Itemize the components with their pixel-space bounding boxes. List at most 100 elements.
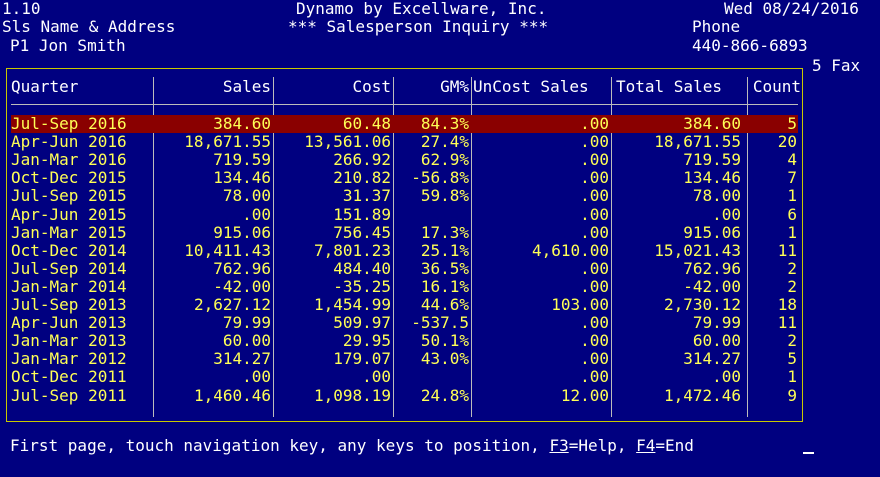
cell-uncost-sales: 12.00 xyxy=(560,385,609,405)
table-row[interactable]: Jan-Mar 2015 915.06 756.45 17.3% .00 915.06 1 xyxy=(11,222,798,242)
cell-quarter: Oct-Dec 2011 xyxy=(11,367,127,387)
text-cursor xyxy=(803,452,814,454)
cell-quarter: Jul-Sep 2015 xyxy=(11,186,127,206)
cell-count: 4 xyxy=(787,150,797,170)
cell-total-sales: 719.59 xyxy=(683,150,741,170)
cell-quarter: Jan-Mar 2012 xyxy=(11,349,127,369)
cell-uncost-sales: 4,610.00 xyxy=(531,240,609,260)
cell-sales: 134.46 xyxy=(213,168,271,188)
cell-sales: 18,671.55 xyxy=(184,132,271,152)
header-rule xyxy=(11,104,798,105)
cell-cost: 509.97 xyxy=(333,313,391,333)
cell-total-sales: 134.46 xyxy=(683,168,741,188)
cell-total-sales: .00 xyxy=(712,204,741,224)
cell-quarter: Apr-Jun 2016 xyxy=(11,132,127,152)
cell-count: 5 xyxy=(787,114,797,133)
cell-cost: 29.95 xyxy=(342,331,391,351)
cell-total-sales: 1,472.46 xyxy=(663,385,741,405)
cell-total-sales: 60.00 xyxy=(692,331,741,351)
fax-label: 5 Fax xyxy=(812,56,861,75)
table-row[interactable]: Oct-Dec 2015 134.46 210.82 -56.8% .00 134.46 7 xyxy=(11,169,798,187)
cell-count: 2 xyxy=(787,331,797,351)
cell-quarter: Apr-Jun 2013 xyxy=(11,313,127,333)
help-key[interactable]: F3 xyxy=(549,436,568,455)
cell-total-sales: 384.60 xyxy=(683,114,741,133)
cell-uncost-sales: .00 xyxy=(580,313,609,333)
table-row[interactable]: Jul-Sep 2015 78.00 31.37 59.8% .00 78.00 1 xyxy=(11,187,798,205)
column-header-uncost: UnCost Sales xyxy=(473,77,589,96)
table-row[interactable]: Jan-Mar 2016 719.59 266.92 62.9% .00 719.59 4 xyxy=(11,151,798,169)
cell-uncost-sales: .00 xyxy=(580,186,609,206)
table-row[interactable]: Jan-Mar 2013 60.00 29.95 50.1% .00 60.00 2 xyxy=(11,332,798,350)
cell-total-sales: 15,021.43 xyxy=(654,240,741,260)
column-header-cost: Cost xyxy=(352,77,391,96)
cell-sales: 915.06 xyxy=(213,222,271,242)
cell-gm-percent: 25.1% xyxy=(420,240,469,260)
screen-title: *** Salesperson Inquiry *** xyxy=(288,17,549,36)
cell-gm-percent: 84.3% xyxy=(420,114,469,133)
table-row[interactable]: Jul-Sep 2011 1,460.46 1,098.19 24.8% 12.00 1,… xyxy=(11,385,798,405)
status-prompt: First page, touch navigation key, any ke… xyxy=(10,437,694,455)
table-row[interactable]: Apr-Jun 2015 .00 151.89 .00 .00 6 xyxy=(11,204,798,224)
cell-total-sales: 78.00 xyxy=(692,186,741,206)
table-row[interactable]: Jan-Mar 2012 314.27 179.07 43.0% .00 314.27 5 xyxy=(11,350,798,368)
table-row[interactable]: Apr-Jun 2016 18,671.55 13,561.06 27.4% .00 18… xyxy=(11,133,798,151)
cell-quarter: Jul-Sep 2011 xyxy=(11,385,127,405)
cell-cost: 13,561.06 xyxy=(304,132,391,152)
cell-quarter: Apr-Jun 2015 xyxy=(11,204,127,224)
table-row[interactable]: Jan-Mar 2014 -42.00 -35.25 16.1% .00 -42.00 2 xyxy=(11,276,798,296)
phone-number: 440-866-6893 xyxy=(692,36,808,55)
table-row[interactable]: Oct-Dec 2011 .00 .00 .00 .00 1 xyxy=(11,368,798,386)
table-row[interactable]: Jul-Sep 2016 384.60 60.48 84.3% .00 384.60 5 xyxy=(11,115,798,133)
help-label: =Help, xyxy=(568,436,637,455)
cell-cost: 210.82 xyxy=(333,168,391,188)
cell-gm-percent xyxy=(393,206,469,224)
cell-quarter: Jul-Sep 2013 xyxy=(11,295,127,314)
cell-total-sales: 2,730.12 xyxy=(663,295,741,314)
cell-sales: 78.00 xyxy=(222,186,271,206)
current-date: Wed 08/24/2016 xyxy=(724,0,859,18)
cell-sales: 79.99 xyxy=(222,313,271,333)
cell-uncost-sales: .00 xyxy=(580,331,609,351)
cell-gm-percent: 17.3% xyxy=(420,222,469,242)
cell-uncost-sales: .00 xyxy=(580,204,609,224)
cell-total-sales: 762.96 xyxy=(683,258,741,278)
column-header-quarter: Quarter xyxy=(11,77,79,96)
cell-count: 9 xyxy=(787,385,797,405)
cell-sales: 2,627.12 xyxy=(193,295,271,314)
cell-uncost-sales: 103.00 xyxy=(551,295,609,314)
cell-cost: .00 xyxy=(362,367,391,387)
cell-gm-percent: 44.6% xyxy=(420,295,469,314)
cell-count: 1 xyxy=(787,367,797,387)
cell-quarter: Oct-Dec 2014 xyxy=(11,240,127,260)
cell-total-sales: 18,671.55 xyxy=(654,132,741,152)
cell-sales: 60.00 xyxy=(222,331,271,351)
company-name: Dynamo by Excellware, Inc. xyxy=(296,0,547,18)
end-key[interactable]: F4 xyxy=(636,436,655,455)
cell-sales: 10,411.43 xyxy=(184,240,271,260)
cell-gm-percent: 16.1% xyxy=(420,276,469,296)
cell-cost: -35.25 xyxy=(333,276,391,296)
cell-quarter: Jan-Mar 2015 xyxy=(11,222,127,242)
address-label: Sls Name & Address xyxy=(2,17,176,36)
cell-sales: 762.96 xyxy=(213,258,271,278)
cell-cost: 266.92 xyxy=(333,150,391,170)
table-row[interactable]: Apr-Jun 2013 79.99 509.97 -537.5 .00 79.99 11 xyxy=(11,314,798,332)
cell-cost: 7,801.23 xyxy=(313,240,391,260)
table-row[interactable]: Jul-Sep 2014 762.96 484.40 36.5% .00 762.96 2 xyxy=(11,258,798,278)
cell-count: 2 xyxy=(787,258,797,278)
cell-count: 5 xyxy=(787,349,797,369)
cell-cost: 1,454.99 xyxy=(313,295,391,314)
table-row[interactable]: Oct-Dec 2014 10,411.43 7,801.23 25.1% 4,610.… xyxy=(11,240,798,260)
cell-total-sales: 314.27 xyxy=(683,349,741,369)
cell-count: 11 xyxy=(777,313,797,333)
cell-quarter: Jul-Sep 2014 xyxy=(11,258,127,278)
cell-uncost-sales: .00 xyxy=(580,349,609,369)
cell-count: 6 xyxy=(787,204,797,224)
end-label: =End xyxy=(655,436,694,455)
cell-total-sales: 79.99 xyxy=(692,313,741,333)
cell-gm-percent: 59.8% xyxy=(420,186,469,206)
prompt-text: First page, touch navigation key, any ke… xyxy=(10,436,550,455)
cell-cost: 31.37 xyxy=(342,186,391,206)
table-row[interactable]: Jul-Sep 2013 2,627.12 1,454.99 44.6% 103.00 2… xyxy=(11,296,798,314)
